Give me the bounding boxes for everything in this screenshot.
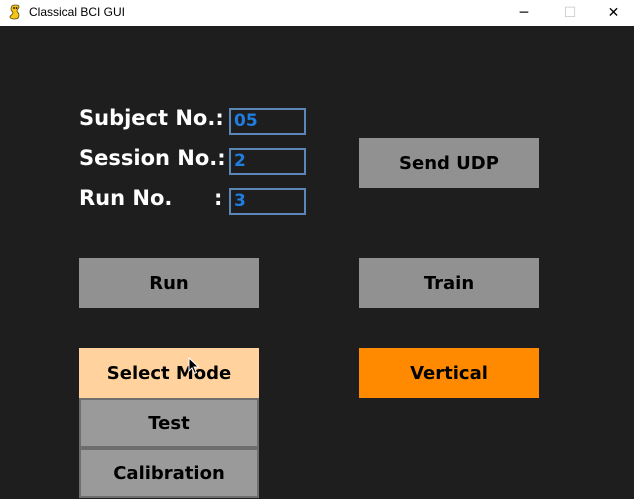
pygame-snake-icon bbox=[9, 4, 20, 20]
session-label: Session No.: bbox=[79, 146, 226, 170]
session-input[interactable]: 2 bbox=[229, 148, 306, 175]
run-button[interactable]: Run bbox=[79, 258, 259, 308]
minimize-button[interactable]: ─ bbox=[501, 0, 547, 26]
run-input[interactable]: 3 bbox=[229, 188, 306, 215]
train-button[interactable]: Train bbox=[359, 258, 539, 308]
window-title: Classical BCI GUI bbox=[29, 5, 126, 19]
subject-label: Subject No.: bbox=[79, 106, 224, 130]
title-bar: Classical BCI GUI ─ ☐ ✕ bbox=[0, 0, 634, 26]
mouse-pointer-icon bbox=[188, 357, 200, 375]
maximize-icon: ☐ bbox=[563, 5, 577, 21]
run-label-colon: : bbox=[214, 186, 223, 210]
mode-option-calibration[interactable]: Calibration bbox=[79, 448, 259, 498]
close-button[interactable]: ✕ bbox=[593, 0, 634, 26]
mode-option-test[interactable]: Test bbox=[79, 398, 259, 448]
select-mode-dropdown[interactable]: Select Mode bbox=[79, 348, 259, 398]
app-canvas: Subject No.: 05 Session No.: 2 Run No. :… bbox=[0, 26, 634, 499]
vertical-button[interactable]: Vertical bbox=[359, 348, 539, 398]
close-icon: ✕ bbox=[607, 5, 620, 21]
run-label: Run No. bbox=[79, 186, 173, 210]
send-udp-button[interactable]: Send UDP bbox=[359, 138, 539, 188]
minimize-icon: ─ bbox=[519, 5, 529, 21]
subject-input[interactable]: 05 bbox=[229, 108, 306, 135]
maximize-button[interactable]: ☐ bbox=[547, 0, 593, 26]
